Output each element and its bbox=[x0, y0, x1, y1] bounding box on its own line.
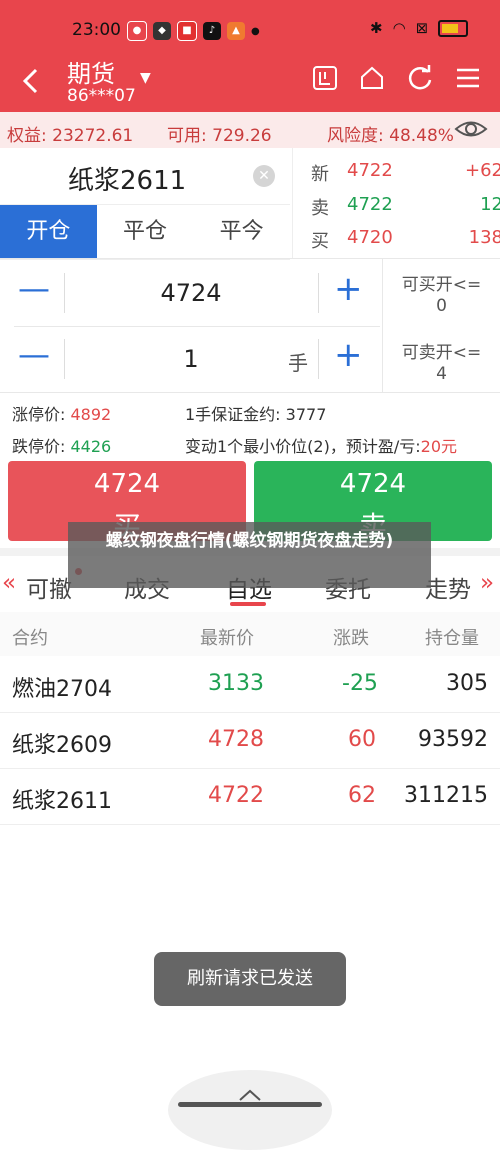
tabs-left-arrow-icon[interactable]: « bbox=[2, 570, 16, 596]
home-indicator[interactable] bbox=[178, 1102, 322, 1107]
can-sell-label: 可卖开<= bbox=[401, 343, 482, 363]
qty-plus-button[interactable]: + bbox=[334, 335, 363, 375]
app-notification-icon: ● bbox=[127, 21, 147, 41]
symbol-value[interactable]: 纸浆2611 bbox=[68, 160, 186, 197]
app-notification-icon: ◆ bbox=[153, 22, 171, 40]
tick-value: 20元 bbox=[420, 437, 458, 456]
equity-text: 权益: 23272.61 bbox=[7, 126, 134, 146]
margin-label: 1手保证金约: bbox=[185, 405, 281, 424]
menu-icon[interactable] bbox=[454, 64, 482, 92]
qty-input[interactable]: 1 bbox=[64, 345, 318, 373]
bluetooth-icon: ✱ bbox=[370, 19, 383, 37]
tab-close[interactable]: 平仓 bbox=[97, 205, 194, 259]
can-sell-value: 4 bbox=[436, 364, 447, 384]
status-system-icons: ✱ ◠ ⊠ bbox=[370, 19, 469, 37]
eye-icon[interactable] bbox=[454, 116, 488, 146]
table-row[interactable]: 燃油2704 3133 -25 305 bbox=[0, 656, 500, 713]
tick-label: 变动1个最小价位(2)，预计盈/亏: bbox=[185, 437, 421, 456]
page-title: 期货 bbox=[67, 60, 115, 88]
can-buy-label: 可买开<= bbox=[401, 275, 482, 295]
risk-text: 风险度: 48.48% bbox=[327, 126, 454, 146]
cell-change: 60 bbox=[348, 727, 376, 752]
margin-value: 3777 bbox=[285, 405, 327, 424]
tabs-right-arrow-icon[interactable]: » bbox=[480, 570, 494, 596]
quote-price: 4722 bbox=[347, 194, 393, 215]
refresh-icon[interactable] bbox=[406, 64, 434, 92]
cell-price: 4728 bbox=[208, 727, 264, 752]
app-notification-icon: ▲ bbox=[227, 22, 245, 40]
quote-price: 4722 bbox=[347, 160, 393, 181]
account-dropdown-icon[interactable]: ▼ bbox=[140, 70, 151, 86]
table-row[interactable]: 纸浆2609 4728 60 93592 bbox=[0, 712, 500, 769]
app-notification-icon: ■ bbox=[177, 21, 197, 41]
quote-change: +62 bbox=[465, 160, 500, 181]
wifi-icon: ◠ bbox=[392, 19, 406, 37]
sim-icon: ⊠ bbox=[415, 19, 429, 37]
tab-open[interactable]: 开仓 bbox=[0, 205, 97, 259]
margin-info: 1手保证金约: 3777 bbox=[185, 401, 326, 425]
tiktok-icon: ♪ bbox=[203, 22, 221, 40]
col-open-interest: 持仓量 bbox=[425, 628, 479, 649]
active-tab-indicator bbox=[230, 602, 266, 606]
cell-price: 4722 bbox=[208, 783, 264, 808]
available-text: 可用: 729.26 bbox=[167, 126, 272, 146]
cell-change: -25 bbox=[342, 671, 378, 696]
price-stepper: — 4724 + bbox=[0, 261, 380, 325]
cell-price: 3133 bbox=[208, 671, 264, 696]
col-contract: 合约 bbox=[12, 628, 48, 649]
limit-up-info: 涨停价: 4892 bbox=[12, 401, 111, 425]
toast-message: 刷新请求已发送 bbox=[154, 952, 346, 1006]
qty-minus-button[interactable]: — bbox=[18, 335, 50, 373]
cell-oi: 305 bbox=[446, 671, 488, 696]
quote-volume: 12 bbox=[480, 194, 500, 215]
tick-info: 变动1个最小价位(2)，预计盈/亏:20元 bbox=[185, 433, 457, 457]
back-icon[interactable] bbox=[20, 66, 40, 104]
cell-contract: 纸浆2611 bbox=[12, 789, 112, 814]
battery-icon bbox=[438, 19, 469, 37]
clear-icon[interactable]: ✕ bbox=[253, 165, 275, 187]
price-input[interactable]: 4724 bbox=[64, 279, 318, 307]
sell-price: 4724 bbox=[339, 469, 407, 499]
more-notifications-icon: ● bbox=[251, 25, 260, 37]
col-last-price: 最新价 bbox=[200, 628, 254, 649]
buy-price: 4724 bbox=[93, 469, 161, 499]
divider bbox=[0, 258, 500, 259]
quote-label: 新 bbox=[311, 164, 329, 185]
qty-stepper: — 1 手 + bbox=[0, 327, 380, 391]
limit-down-label: 跌停价: bbox=[12, 437, 66, 456]
price-minus-button[interactable]: — bbox=[18, 269, 50, 307]
quote-price: 4720 bbox=[347, 227, 393, 248]
tab-close-today[interactable]: 平今 bbox=[193, 205, 290, 259]
quote-panel: 新 4722 +62 卖 4722 12 买 4720 138 bbox=[292, 148, 500, 258]
cell-change: 62 bbox=[348, 783, 376, 808]
limit-down-info: 跌停价: 4426 bbox=[12, 433, 111, 457]
quote-label: 买 bbox=[311, 231, 329, 252]
cell-oi: 311215 bbox=[404, 783, 488, 808]
tradingview-icon[interactable] bbox=[311, 64, 339, 92]
status-time: 23:00 bbox=[72, 20, 121, 40]
qty-unit: 手 bbox=[288, 351, 308, 375]
quote-label: 卖 bbox=[311, 198, 329, 219]
watermark-caption: 螺纹钢夜盘行情(螺纹钢期货夜盘走势) bbox=[68, 522, 431, 588]
cell-contract: 燃油2704 bbox=[12, 677, 112, 702]
status-notification-icons: ● ◆ ■ ♪ ▲ ● bbox=[127, 20, 260, 42]
table-row[interactable]: 纸浆2611 4722 62 311215 bbox=[0, 768, 500, 825]
limit-up-label: 涨停价: bbox=[12, 405, 66, 424]
tab-trend[interactable]: 走势 bbox=[425, 570, 471, 604]
account-id: 86***07 bbox=[67, 86, 136, 106]
cell-contract: 纸浆2609 bbox=[12, 733, 112, 758]
order-type-tabs: 开仓 平仓 平今 bbox=[0, 204, 290, 260]
cell-oi: 93592 bbox=[418, 727, 488, 752]
can-buy-value: 0 bbox=[436, 296, 447, 316]
limit-up-value: 4892 bbox=[70, 405, 112, 424]
col-change: 涨跌 bbox=[333, 628, 369, 649]
tab-cancelable[interactable]: 可撤 bbox=[26, 570, 72, 604]
home-icon[interactable] bbox=[358, 64, 386, 92]
limit-down-value: 4426 bbox=[70, 437, 112, 456]
price-plus-button[interactable]: + bbox=[334, 269, 363, 309]
quote-volume: 138 bbox=[468, 227, 500, 248]
